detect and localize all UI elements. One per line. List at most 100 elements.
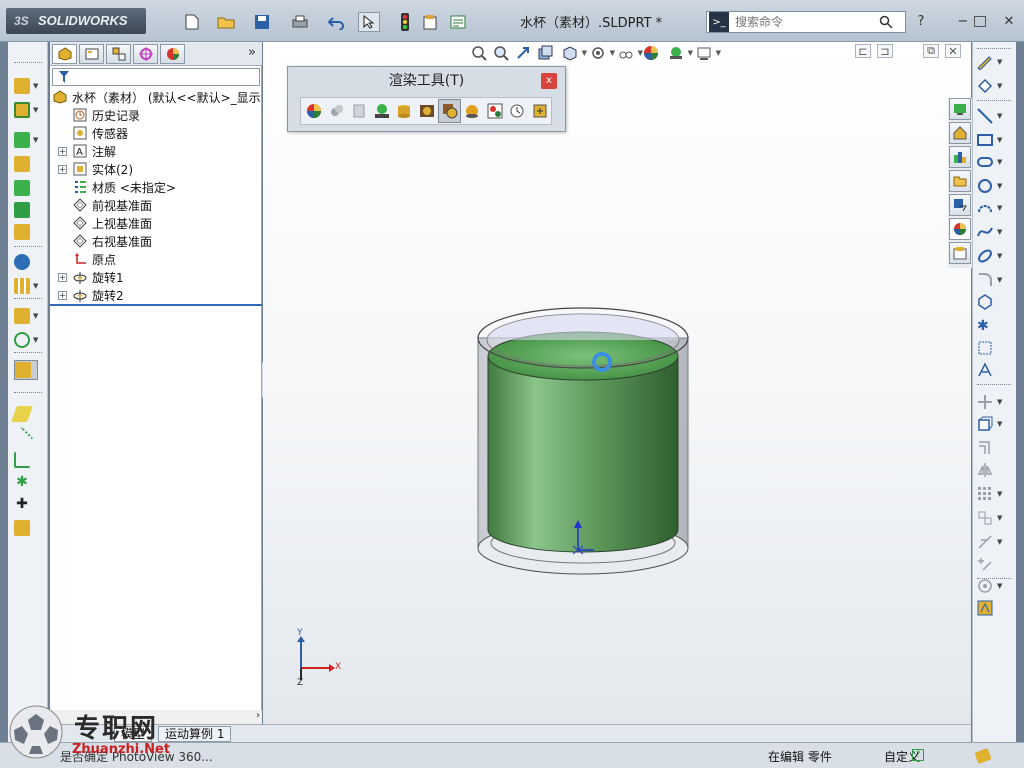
file-properties-button[interactable] (420, 12, 440, 32)
search-input[interactable] (735, 15, 875, 29)
tab-display-manager-pane[interactable] (949, 218, 971, 240)
arc-button[interactable]: ▼ (977, 198, 1011, 218)
close-window-button[interactable]: ✕ (1000, 13, 1018, 29)
solidworks-logo[interactable]: 3S SOLIDWORKS (6, 8, 146, 34)
tab-file-explorer[interactable] (949, 146, 971, 168)
revolved-boss-button[interactable]: ▼ (14, 100, 42, 120)
graphics-area[interactable]: ▼ ▼ ▼ ▼ ▼ ⊏ ⊐ ⧉ ✕ Y X Z (263, 42, 971, 724)
minimize-button[interactable]: − (954, 13, 972, 29)
reference-point-button[interactable]: ✱ (14, 472, 42, 492)
tree-item[interactable]: 原点 (50, 250, 262, 268)
mate-reference-button[interactable]: ✚ (14, 494, 42, 514)
add-relation-button[interactable] (977, 554, 1011, 574)
edit-scene-tool[interactable] (371, 99, 394, 123)
hide-show-items-button[interactable]: ▼ (612, 43, 643, 63)
slot-button[interactable]: ▼ (977, 152, 1011, 172)
quick-snaps-button[interactable] (977, 598, 1011, 618)
view-orientation-button[interactable]: ▼ (556, 43, 587, 63)
tab-feature-manager[interactable] (52, 44, 77, 64)
save-button[interactable] (248, 12, 276, 32)
move-entities-button[interactable]: ▼ (977, 508, 1011, 528)
boundary-cut-button[interactable] (14, 222, 42, 242)
apply-scene-button[interactable]: ▼ (662, 43, 693, 63)
coordinate-system-button[interactable] (14, 450, 42, 470)
copy-appearance-tool[interactable] (326, 99, 349, 123)
display-relations-button[interactable]: ▼ (977, 532, 1011, 552)
circle-button[interactable]: ▼ (977, 176, 1011, 196)
view-settings-button[interactable]: ▼ (690, 43, 721, 63)
tab-appearances-scenes[interactable] (949, 194, 971, 216)
tree-item[interactable]: 右视基准面 (50, 232, 262, 250)
lofted-cut-button[interactable] (14, 200, 42, 220)
repair-sketch-button[interactable]: ▼ (977, 576, 1011, 596)
tab-design-library[interactable] (949, 122, 971, 144)
smart-dimension-button[interactable]: ▼ (977, 76, 1011, 96)
tree-item[interactable]: + A 注解 (50, 142, 262, 160)
tree-item[interactable]: 历史记录 (50, 106, 262, 124)
options-tool[interactable] (483, 99, 506, 123)
render-tools-close-button[interactable]: x (541, 73, 557, 89)
tab-motion-study[interactable]: 运动算例 1 (158, 726, 232, 742)
viewport-close-button[interactable]: ✕ (945, 44, 961, 58)
display-style-button[interactable]: ▼ (584, 43, 615, 63)
tree-item[interactable]: 上视基准面 (50, 214, 262, 232)
schedule-render-tool[interactable] (506, 99, 529, 123)
linear-sketch-pattern-button[interactable]: ▼ (977, 484, 1011, 504)
tab-dimxpert[interactable] (133, 44, 158, 64)
viewport-minimize-button[interactable]: ⊏ (855, 44, 871, 58)
bounding-box-button[interactable] (14, 518, 42, 538)
reference-axis-button[interactable] (10, 426, 42, 450)
more-tabs-button[interactable]: » (248, 45, 256, 60)
tab-configuration-manager[interactable] (106, 44, 131, 64)
preview-window-tool[interactable] (416, 99, 439, 123)
spline-button[interactable]: ▼ (977, 222, 1011, 242)
rollback-bar[interactable] (50, 304, 262, 306)
paste-appearance-tool[interactable] (348, 99, 371, 123)
expand-toggle[interactable]: + (58, 147, 67, 156)
edit-decal-tool[interactable] (393, 99, 416, 123)
revolved-cut-button[interactable] (14, 154, 42, 174)
reference-plane-button[interactable] (11, 404, 42, 424)
search-commands-box[interactable]: >_ (706, 11, 906, 33)
plane-sketch-button[interactable] (977, 338, 1011, 358)
viewport-restore-button[interactable]: ⧉ (923, 44, 939, 58)
text-button[interactable] (977, 360, 1011, 380)
tab-solidworks-resources[interactable] (949, 98, 971, 120)
previous-view-button[interactable] (512, 43, 534, 63)
feature-tree-filter[interactable] (52, 68, 260, 86)
print-button[interactable] (286, 12, 314, 32)
recall-render-tool[interactable] (529, 99, 552, 123)
integrated-preview-tool[interactable] (438, 99, 461, 123)
scroll-right-arrow[interactable]: › (256, 710, 260, 721)
tab-model[interactable]: 模型 (114, 726, 153, 742)
fillet-sketch-button[interactable]: ▼ (977, 270, 1011, 290)
tree-item[interactable]: + 实体(2) (50, 160, 262, 178)
tab-view-palette[interactable] (949, 170, 971, 192)
search-icon[interactable] (879, 15, 893, 29)
tab-display-manager[interactable] (160, 44, 185, 64)
point-button[interactable]: ✱ (977, 316, 1011, 336)
zoom-to-area-button[interactable] (490, 43, 512, 63)
edit-appearance-tool[interactable] (303, 99, 326, 123)
viewport-tile-button[interactable]: ⊐ (877, 44, 893, 58)
zoom-to-fit-button[interactable] (468, 43, 490, 63)
tree-item[interactable]: 材质 <未指定> (50, 178, 262, 196)
tree-horizontal-scrollbar[interactable]: › (50, 710, 262, 724)
rebuild-status-icon[interactable] (974, 747, 992, 765)
instant3d-button[interactable] (14, 360, 38, 380)
options-button[interactable] (444, 12, 472, 32)
curves-button[interactable]: ▼ (14, 330, 42, 350)
offset-entities-button[interactable] (977, 438, 1011, 458)
polygon-button[interactable] (977, 292, 1011, 312)
swept-cut-button[interactable] (14, 178, 42, 198)
tree-item[interactable]: 传感器 (50, 124, 262, 142)
expand-toggle[interactable]: + (58, 273, 67, 282)
section-view-button[interactable] (534, 43, 556, 63)
convert-entities-button[interactable]: ▼ (977, 414, 1011, 434)
cup-model[interactable] (468, 298, 698, 588)
expand-toggle[interactable]: + (58, 165, 67, 174)
select-button[interactable] (358, 12, 380, 32)
sketch-button[interactable]: ▼ (977, 52, 1011, 72)
extruded-cut-button[interactable]: ▼ (14, 130, 42, 150)
final-render-tool[interactable] (461, 99, 484, 123)
